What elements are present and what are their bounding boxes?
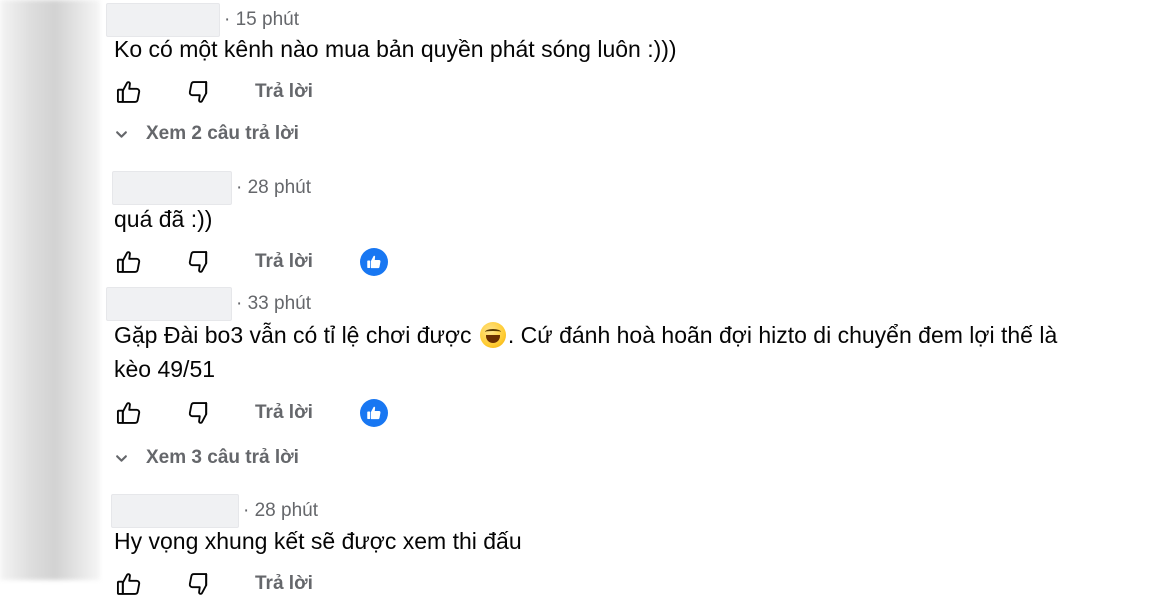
comment-text: Ko có một kênh nào mua bản quyền phát só… [114,36,677,62]
dislike-button[interactable] [185,77,215,107]
view-replies-label: Xem 3 câu trả lời [146,447,299,468]
dislike-button[interactable] [185,247,215,277]
view-replies-label: Xem 2 câu trả lời [146,123,299,144]
chevron-down-icon [114,127,128,141]
author-name-redacted[interactable] [111,494,239,528]
comment-text: quá đã :)) [114,206,213,232]
blurred-avatar-column [0,0,100,580]
author-name-redacted[interactable] [112,171,232,205]
reply-button[interactable]: Trả lời [255,402,313,424]
reply-button[interactable]: Trả lời [255,573,313,595]
thumbs-down-outline-icon [188,81,208,103]
like-button[interactable] [114,77,144,107]
comment-text: Gặp Đài bo3 vẫn có tỉ lệ chơi được . Cứ … [114,318,1057,352]
comment-actions: Trả lời [114,396,388,430]
thumbs-down-outline-icon [188,251,208,273]
like-button[interactable] [114,398,144,428]
thumbs-down-outline-icon [188,402,208,424]
reply-button[interactable]: Trả lời [255,251,313,273]
comment-time[interactable]: · 28 phút [236,177,311,199]
comment-actions: Trả lời [114,567,313,601]
thumbs-down-outline-icon [188,573,208,595]
comment-text-line2: kèo 49/51 [114,356,216,382]
like-button[interactable] [114,247,144,277]
reply-button[interactable]: Trả lời [255,81,313,103]
thumbs-up-outline-icon [116,573,141,595]
comment-time[interactable]: · 28 phút [243,500,318,522]
chevron-down-icon [114,451,128,465]
thumbs-up-outline-icon [116,251,141,273]
like-reaction-icon[interactable] [359,399,388,427]
laughing-emoji-icon [479,322,506,348]
comment-actions: Trả lời [114,75,313,109]
dislike-button[interactable] [185,569,215,599]
like-reaction-icon[interactable] [359,248,388,276]
comments-page: · 15 phút Ko có một kênh nào mua bản quy… [0,0,1170,602]
comment-meta: · 33 phút [106,286,311,322]
view-replies-button[interactable]: Xem 2 câu trả lời [114,119,299,149]
comment-actions: Trả lời [114,245,388,279]
comment-meta: · 28 phút [106,170,311,206]
comment-time[interactable]: · 33 phút [236,293,311,315]
thumbs-up-outline-icon [116,81,141,103]
like-button[interactable] [114,569,144,599]
view-replies-button[interactable]: Xem 3 câu trả lời [114,443,299,473]
comment-time[interactable]: · 15 phút [224,9,299,31]
dislike-button[interactable] [185,398,215,428]
thumbs-up-outline-icon [116,402,141,424]
author-name-redacted[interactable] [106,287,232,321]
comment-text-part2: . Cứ đánh hoà hoãn đợi hizto di chuyển đ… [507,322,1058,348]
comment-text: Hy vọng xhung kết sẽ được xem thi đấu [114,528,522,554]
comment-text-part1: Gặp Đài bo3 vẫn có tỉ lệ chơi được [114,322,472,348]
